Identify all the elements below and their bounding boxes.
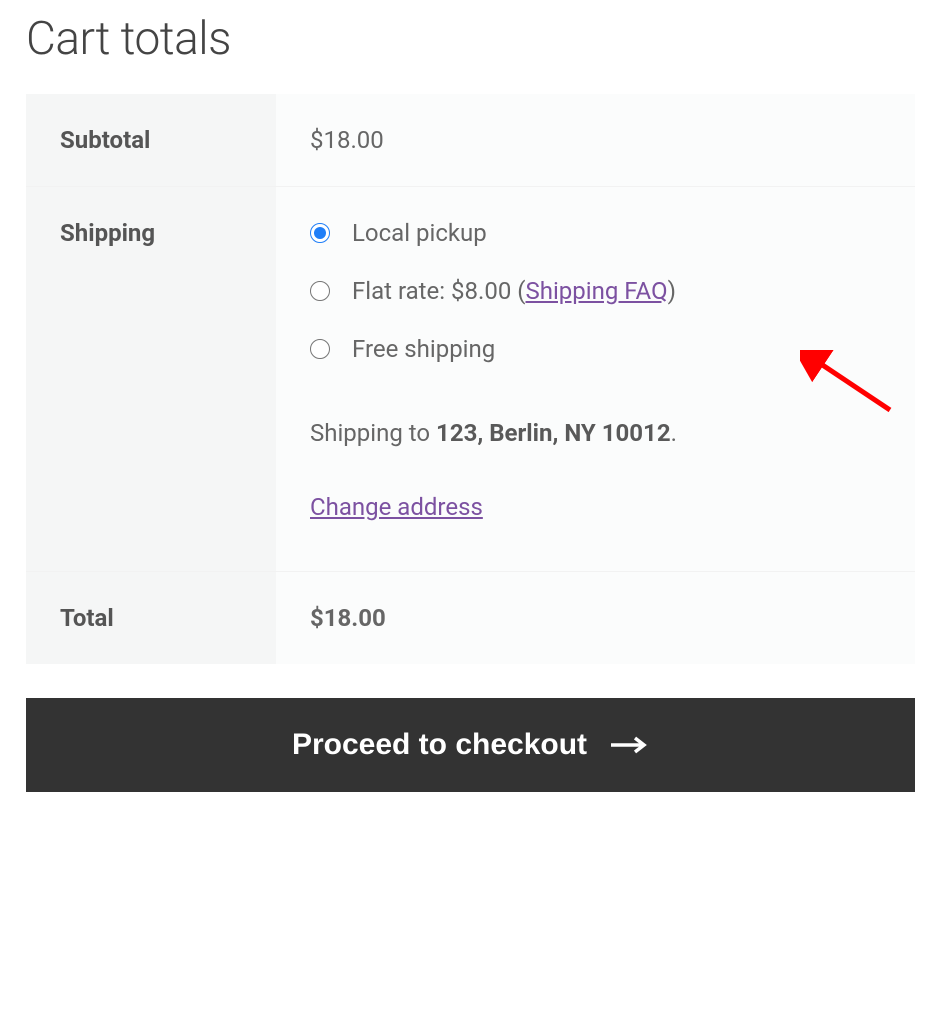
- shipping-radio-flat-rate[interactable]: [310, 281, 330, 301]
- shipping-destination: Shipping to 123, Berlin, NY 10012.: [310, 415, 881, 451]
- cart-totals-heading: Cart totals: [26, 12, 915, 66]
- shipping-option-flat-rate[interactable]: Flat rate: $8.00 (Shipping FAQ): [310, 273, 881, 309]
- flat-rate-paren-close: ): [668, 277, 676, 305]
- shipping-label: Shipping: [26, 187, 276, 572]
- proceed-to-checkout-button[interactable]: Proceed to checkout: [26, 698, 915, 792]
- shipping-option-label[interactable]: Flat rate: $8.00 (Shipping FAQ): [352, 273, 676, 309]
- shipping-faq-link[interactable]: Shipping FAQ: [525, 277, 667, 305]
- shipping-cell: Local pickup Flat rate: $8.00 (Shipping …: [276, 187, 915, 572]
- flat-rate-prefix: Flat rate:: [352, 277, 451, 305]
- shipping-option-free-shipping[interactable]: Free shipping: [310, 331, 881, 367]
- subtotal-row: Subtotal $18.00: [26, 94, 915, 187]
- flat-rate-price: $8.00: [451, 277, 511, 305]
- shipping-option-local-pickup[interactable]: Local pickup: [310, 215, 881, 251]
- subtotal-label: Subtotal: [26, 94, 276, 187]
- change-address-link[interactable]: Change address: [310, 489, 483, 525]
- shipping-radio-local-pickup[interactable]: [310, 223, 330, 243]
- shipping-destination-suffix: .: [671, 419, 677, 447]
- total-label: Total: [26, 572, 276, 665]
- flat-rate-paren-open: (: [511, 277, 525, 305]
- shipping-option-label[interactable]: Local pickup: [352, 215, 487, 251]
- shipping-options-list: Local pickup Flat rate: $8.00 (Shipping …: [310, 215, 881, 367]
- total-value: $18.00: [276, 572, 915, 665]
- arrow-right-icon: [609, 735, 649, 755]
- shipping-row: Shipping Local pickup Flat rate: $8.00 (…: [26, 187, 915, 572]
- subtotal-value: $18.00: [276, 94, 915, 187]
- shipping-destination-address: 123, Berlin, NY 10012: [436, 419, 671, 447]
- shipping-radio-free-shipping[interactable]: [310, 339, 330, 359]
- cart-totals-section: Cart totals Subtotal $18.00 Shipping Loc…: [0, 0, 941, 810]
- cart-totals-table: Subtotal $18.00 Shipping Local pickup: [26, 94, 915, 664]
- shipping-option-label[interactable]: Free shipping: [352, 331, 495, 367]
- shipping-destination-prefix: Shipping to: [310, 419, 436, 447]
- total-row: Total $18.00: [26, 572, 915, 665]
- checkout-button-label: Proceed to checkout: [292, 728, 587, 762]
